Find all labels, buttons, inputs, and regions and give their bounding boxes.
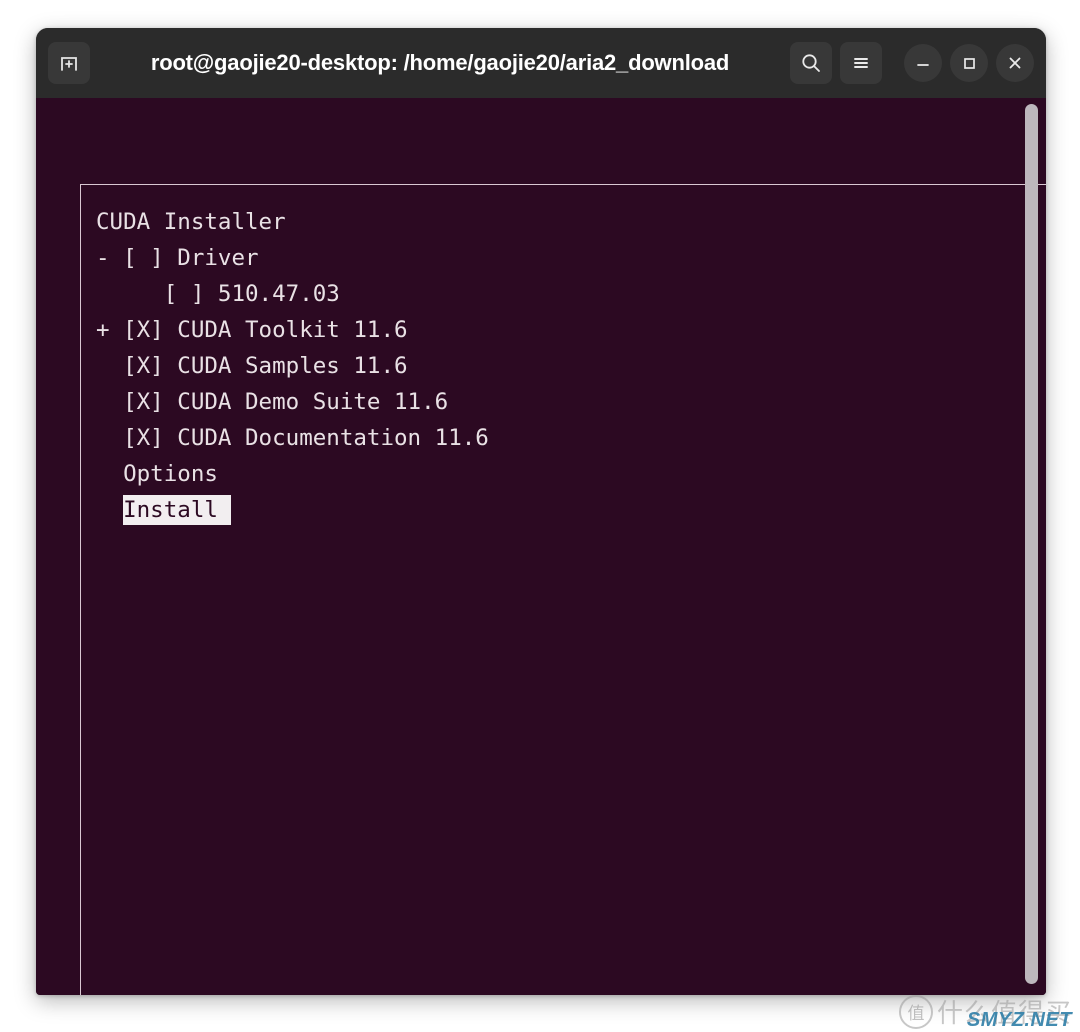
installer-menu-item[interactable]: [X] CUDA Demo Suite 11.6 <box>96 384 489 420</box>
watermark-badge: 值 <box>898 994 933 1029</box>
terminal-scrollbar-thumb[interactable] <box>1025 104 1038 984</box>
menu-item-label[interactable]: Install <box>123 495 232 525</box>
installer-menu-item[interactable]: [X] CUDA Documentation 11.6 <box>96 420 489 456</box>
watermark-text: 什么值得买 <box>936 999 1072 1029</box>
installer-menu-item[interactable]: + [X] CUDA Toolkit 11.6 <box>96 312 489 348</box>
new-tab-button[interactable] <box>48 42 90 84</box>
installer-text-area: CUDA Installer - [ ] Driver [ ] 510.47.03… <box>81 185 1046 995</box>
installer-menu-list: CUDA Installer - [ ] Driver [ ] 510.47.03… <box>96 204 489 528</box>
menu-item-indent <box>96 497 123 523</box>
installer-menu-item[interactable]: [ ] 510.47.03 <box>96 276 489 312</box>
installer-menu-item[interactable]: Options <box>96 456 489 492</box>
menu-item-label: [X] CUDA Samples 11.6 <box>96 353 408 379</box>
watermark-site: SMYZ.NET <box>966 1009 1072 1031</box>
terminal-scrollbar[interactable] <box>1025 104 1038 984</box>
close-icon <box>1005 53 1025 73</box>
menu-item-label: CUDA Installer <box>96 209 286 235</box>
menu-item-label: + [X] CUDA Toolkit 11.6 <box>96 317 408 343</box>
terminal-body[interactable]: CUDA Installer - [ ] Driver [ ] 510.47.03… <box>36 98 1046 995</box>
terminal-window: root@gaojie20-desktop: /home/gaojie20/ar… <box>36 28 1046 995</box>
new-tab-icon <box>58 52 80 74</box>
menu-item-label: - [ ] Driver <box>96 245 259 271</box>
maximize-icon <box>959 53 979 73</box>
menu-button[interactable] <box>840 42 882 84</box>
installer-menu-item-selected[interactable]: Install <box>96 492 489 528</box>
installer-menu-item[interactable]: - [ ] Driver <box>96 240 489 276</box>
minimize-icon <box>913 53 933 73</box>
hamburger-menu-icon <box>849 51 873 75</box>
minimize-button[interactable] <box>904 44 942 82</box>
menu-item-label: [X] CUDA Documentation 11.6 <box>96 425 489 451</box>
menu-item-label: [ ] 510.47.03 <box>96 281 340 307</box>
search-button[interactable] <box>790 42 832 84</box>
maximize-button[interactable] <box>950 44 988 82</box>
installer-menu-item[interactable]: CUDA Installer <box>96 204 489 240</box>
cuda-installer-screen: CUDA Installer - [ ] Driver [ ] 510.47.03… <box>80 184 1046 995</box>
installer-menu-item[interactable]: [X] CUDA Samples 11.6 <box>96 348 489 384</box>
menu-item-label: Options <box>96 461 218 487</box>
close-button[interactable] <box>996 44 1034 82</box>
search-icon <box>799 51 823 75</box>
window-titlebar: root@gaojie20-desktop: /home/gaojie20/ar… <box>36 28 1046 98</box>
window-controls <box>790 42 1034 84</box>
watermark: 值 什么值得买 <box>898 993 1072 1030</box>
window-title: root@gaojie20-desktop: /home/gaojie20/ar… <box>150 50 730 75</box>
menu-item-label: [X] CUDA Demo Suite 11.6 <box>96 389 449 415</box>
